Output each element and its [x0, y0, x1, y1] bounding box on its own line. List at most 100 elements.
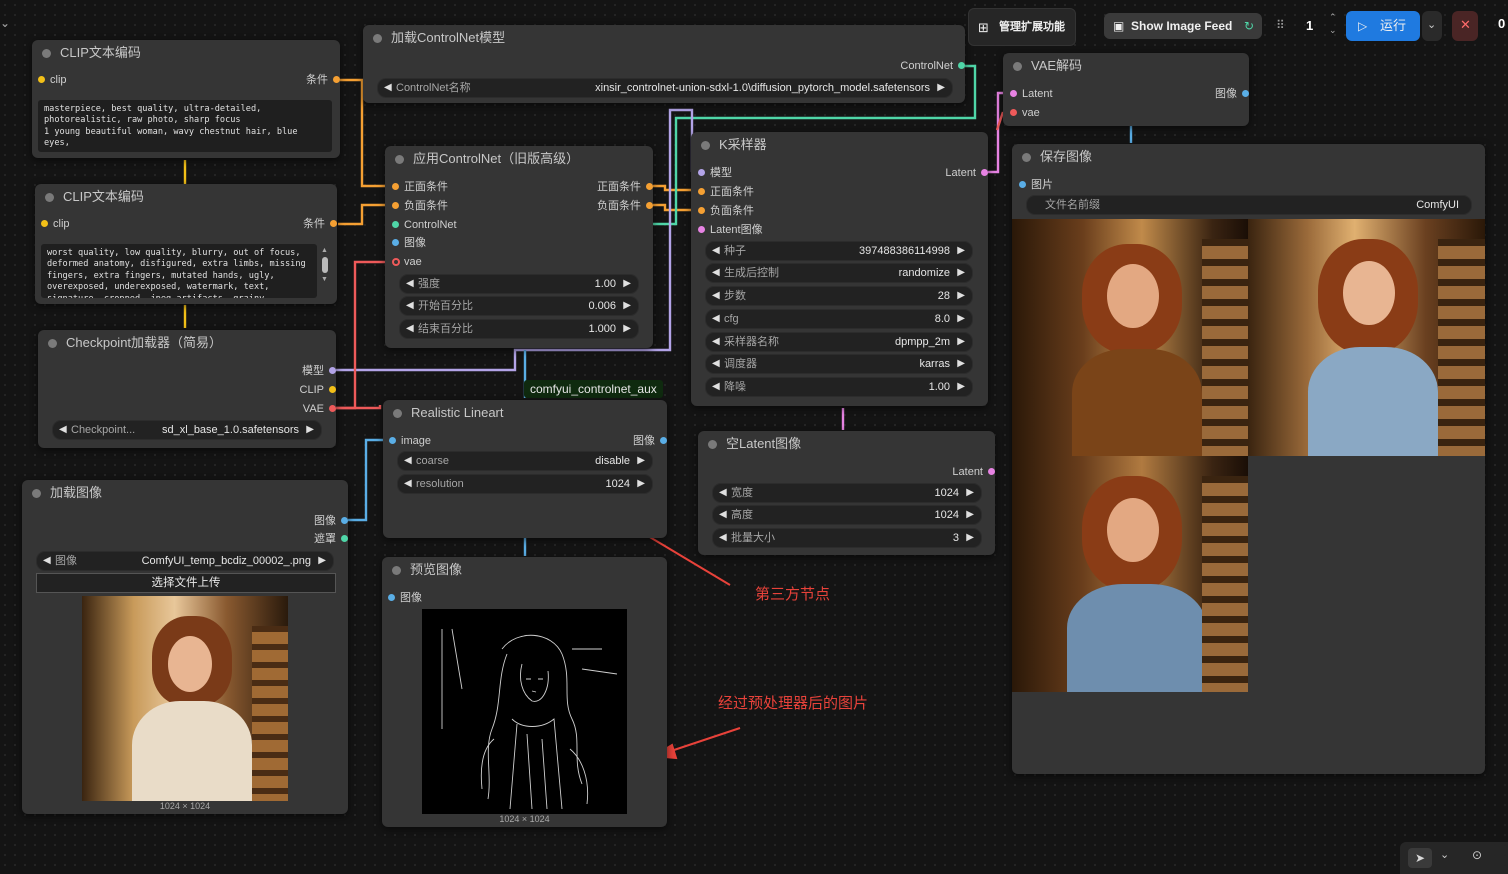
arrow-left-icon[interactable]: ◀ [406, 297, 414, 315]
arrow-left-icon[interactable]: ◀ [719, 529, 727, 547]
end-percent-widget[interactable]: ◀ 结束百分比 1.000 ▶ [399, 319, 639, 339]
arrow-left-icon[interactable]: ◀ [712, 287, 720, 305]
scroll-up-icon[interactable]: ▲ [320, 246, 329, 255]
arrow-left-icon[interactable]: ◀ [43, 552, 51, 570]
arrow-right-icon[interactable]: ▶ [637, 452, 645, 470]
realistic-lineart-node[interactable]: Realistic Lineart image 图像 ◀ coarse disabl… [383, 400, 667, 538]
apply-controlnet-node[interactable]: 应用ControlNet（旧版高级） 正面条件 负面条件 ControlNet … [385, 146, 653, 348]
textarea-scrollbar[interactable]: ▲ ▼ [320, 246, 329, 296]
image-output-dot[interactable] [660, 437, 667, 444]
arrow-right-icon[interactable]: ▶ [966, 484, 974, 502]
arrow-left-icon[interactable]: ◀ [712, 242, 720, 260]
arrow-right-icon[interactable]: ▶ [966, 529, 974, 547]
vae-input[interactable]: vae [392, 255, 422, 269]
save-image-node[interactable]: 保存图像 图片 文件名前缀 ComfyUI [1012, 144, 1485, 774]
model-input-dot[interactable] [698, 169, 705, 176]
arrow-right-icon[interactable]: ▶ [957, 355, 965, 373]
images-input-dot[interactable] [1019, 181, 1026, 188]
negative-input-dot[interactable] [698, 207, 705, 214]
filename-prefix-input[interactable]: 文件名前缀 ComfyUI [1026, 195, 1472, 215]
empty-latent-node[interactable]: 空Latent图像 Latent ◀ 宽度 1024 ▶ ◀ 高度 1024 ▶ ◀ 批量大小… [698, 431, 995, 555]
resolution-widget[interactable]: ◀ resolution 1024 ▶ [397, 474, 653, 494]
latent-output-dot[interactable] [988, 468, 995, 475]
latent-input-dot[interactable] [698, 226, 705, 233]
latent-output-dot[interactable] [981, 169, 988, 176]
output-image-2[interactable] [1248, 219, 1485, 456]
run-options-dropdown[interactable]: ⌄ [1422, 11, 1442, 41]
start-percent-widget[interactable]: ◀ 开始百分比 0.006 ▶ [399, 296, 639, 316]
denoise-widget[interactable]: ◀ 降噪 1.00 ▶ [705, 377, 973, 397]
clip-input-dot[interactable] [38, 76, 45, 83]
controlnet-output[interactable]: ControlNet [900, 59, 965, 73]
negative-input-dot[interactable] [392, 202, 399, 209]
clip-output-dot[interactable] [329, 386, 336, 393]
arrow-right-icon[interactable]: ▶ [623, 320, 631, 338]
positive-output[interactable]: 正面条件 [597, 180, 653, 194]
strength-widget[interactable]: ◀ 强度 1.00 ▶ [399, 274, 639, 294]
model-output-dot[interactable] [329, 367, 336, 374]
seed-widget[interactable]: ◀ 种子 397488386114998 ▶ [705, 241, 973, 261]
mask-output-dot[interactable] [341, 535, 348, 542]
image-input[interactable]: 图像 [392, 236, 426, 250]
show-image-feed-button[interactable]: ▣ Show Image Feed ↻ [1104, 13, 1262, 39]
arrow-right-icon[interactable]: ▶ [318, 552, 326, 570]
arrow-right-icon[interactable]: ▶ [623, 297, 631, 315]
scroll-thumb[interactable] [321, 257, 328, 273]
vae-decode-node[interactable]: VAE解码 Latent vae 图像 [1003, 53, 1249, 126]
cfg-widget[interactable]: ◀ cfg 8.0 ▶ [705, 309, 973, 329]
output-image-3[interactable] [1012, 456, 1248, 692]
controlnet-loader-node[interactable]: 加载ControlNet模型 ControlNet ◀ ControlNet名称… [363, 25, 965, 103]
arrow-left-icon[interactable]: ◀ [712, 310, 720, 328]
clip-text-encode-negative-node[interactable]: CLIP文本编码 clip 条件 worst quality, low qual… [35, 184, 337, 304]
pointer-tool-icon[interactable]: ➤ [1408, 848, 1432, 868]
latent-input[interactable]: Latent [1010, 87, 1053, 101]
width-widget[interactable]: ◀ 宽度 1024 ▶ [712, 483, 982, 503]
image-input[interactable]: image [389, 434, 431, 448]
image-output[interactable]: 图像 [314, 514, 348, 528]
positive-output-dot[interactable] [646, 183, 653, 190]
checkpoint-loader-node[interactable]: Checkpoint加载器（简易） 模型 CLIP VAE ◀ Checkpoi… [38, 330, 336, 448]
latent-input[interactable]: Latent图像 [698, 223, 763, 237]
decrement-icon[interactable]: ⌄ [1329, 25, 1337, 36]
arrow-left-icon[interactable]: ◀ [719, 484, 727, 502]
arrow-left-icon[interactable]: ◀ [719, 506, 727, 524]
controlnet-name-combo[interactable]: ◀ ControlNet名称 xinsir_controlnet-union-s… [377, 78, 953, 98]
steps-widget[interactable]: ◀ 步数 28 ▶ [705, 286, 973, 306]
model-output[interactable]: 模型 [302, 364, 336, 378]
queue-count[interactable]: 0 [1498, 16, 1505, 31]
conditioning-output[interactable]: 条件 [306, 73, 340, 87]
image-input-dot[interactable] [388, 594, 395, 601]
batch-count-input[interactable]: 1 ⌃ ⌄ [1293, 12, 1343, 40]
increment-icon[interactable]: ⌃ [1329, 12, 1337, 23]
clip-input[interactable]: clip [38, 73, 67, 87]
model-input[interactable]: 模型 [698, 166, 732, 180]
coarse-toggle[interactable]: ◀ coarse disable ▶ [397, 451, 653, 471]
ksampler-node[interactable]: K采样器 模型 正面条件 负面条件 Latent图像 Latent ◀ 种子 397… [691, 132, 988, 406]
image-input-dot[interactable] [392, 239, 399, 246]
arrow-left-icon[interactable]: ◀ [404, 475, 412, 493]
ckpt-name-combo[interactable]: ◀ Checkpoint... sd_xl_base_1.0.safetenso… [52, 420, 322, 440]
image-file-combo[interactable]: ◀ 图像 ComfyUI_temp_bcdiz_00002_.png ▶ [36, 551, 334, 571]
arrow-right-icon[interactable]: ▶ [957, 287, 965, 305]
image-output[interactable]: 图像 [1215, 87, 1249, 101]
clip-text-encode-positive-node[interactable]: CLIP文本编码 clip 条件 masterpiece, best quali… [32, 40, 340, 158]
positive-input[interactable]: 正面条件 [392, 180, 448, 194]
vae-output[interactable]: VAE [303, 402, 336, 416]
image-output-dot[interactable] [1242, 90, 1249, 97]
controlnet-input-dot[interactable] [392, 221, 399, 228]
mask-output[interactable]: 遮罩 [314, 532, 348, 546]
controlnet-output-dot[interactable] [958, 62, 965, 69]
latent-output[interactable]: Latent [952, 465, 995, 479]
load-image-node[interactable]: 加载图像 图像 遮罩 ◀ 图像 ComfyUI_temp_bcdiz_00002… [22, 480, 348, 814]
arrow-right-icon[interactable]: ▶ [623, 275, 631, 293]
prompt-textarea[interactable]: masterpiece, best quality, ultra-detaile… [38, 100, 332, 152]
arrow-right-icon[interactable]: ▶ [966, 506, 974, 524]
arrow-left-icon[interactable]: ◀ [712, 355, 720, 373]
scroll-down-icon[interactable]: ▼ [320, 275, 329, 284]
positive-input[interactable]: 正面条件 [698, 185, 754, 199]
arrow-left-icon[interactable]: ◀ [384, 79, 392, 97]
arrow-right-icon[interactable]: ▶ [957, 242, 965, 260]
arrow-left-icon[interactable]: ◀ [406, 320, 414, 338]
arrow-right-icon[interactable]: ▶ [306, 421, 314, 439]
arrow-left-icon[interactable]: ◀ [712, 264, 720, 282]
